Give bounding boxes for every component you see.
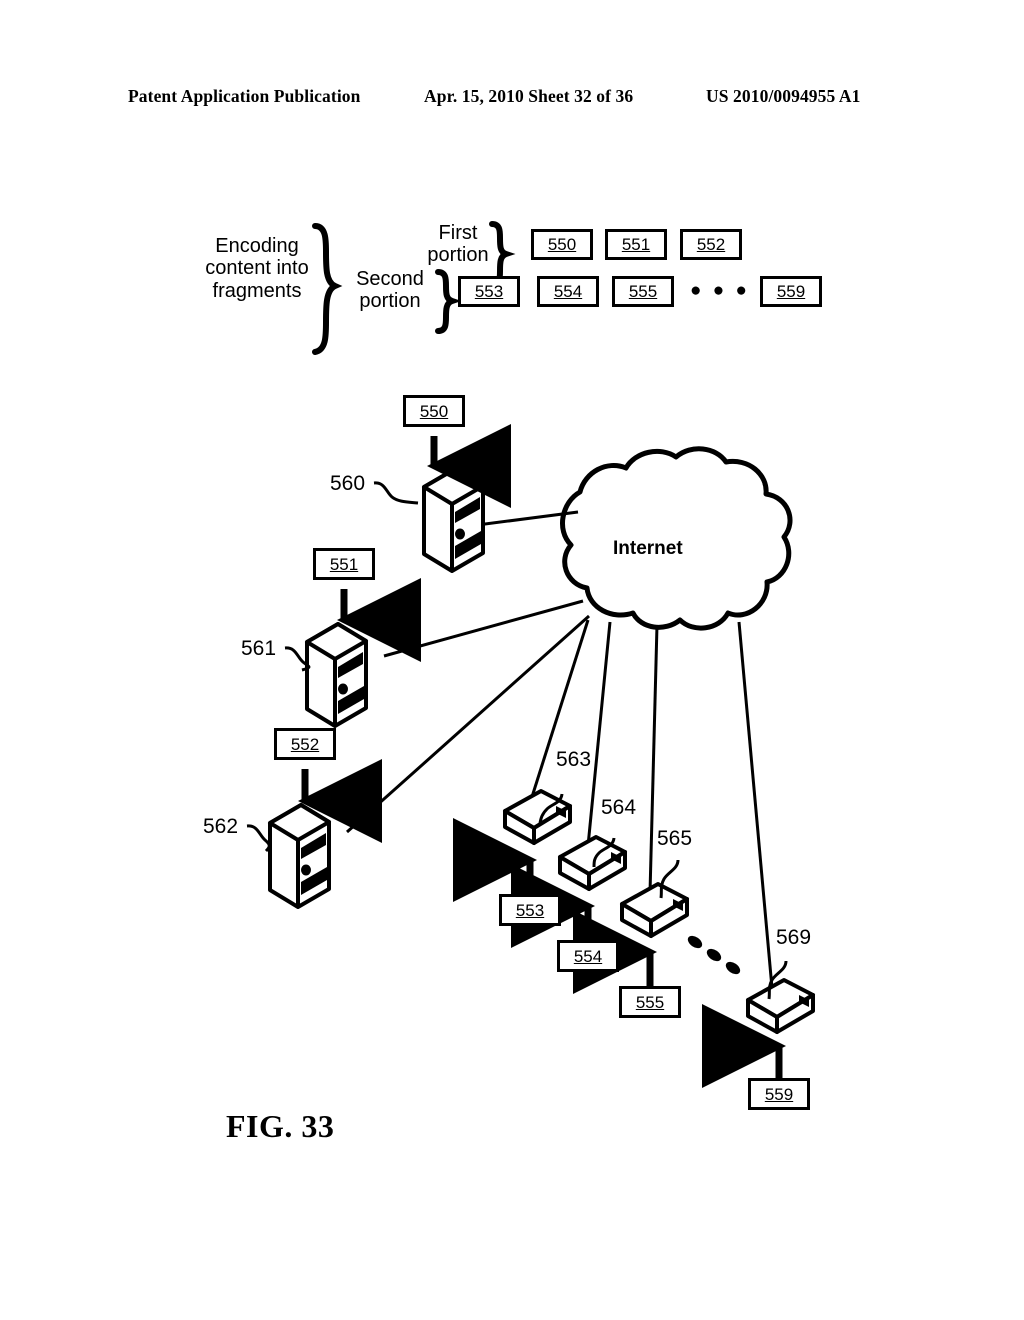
client-device-564 bbox=[558, 835, 627, 891]
fragment-box-label: 555 bbox=[628, 282, 658, 301]
client-device-569 bbox=[746, 978, 815, 1034]
fragment-box-label: 552 bbox=[696, 235, 726, 254]
fragment-box-552-first[interactable]: 552 bbox=[680, 229, 742, 260]
fragment-box-label: 559 bbox=[776, 282, 806, 301]
fragment-box-label: 559 bbox=[764, 1084, 794, 1104]
ref-numeral-561: 561 bbox=[241, 637, 277, 660]
fragment-box-551-first[interactable]: 551 bbox=[605, 229, 667, 260]
leader-562 bbox=[246, 824, 271, 853]
ref-numeral-563: 563 bbox=[556, 748, 592, 771]
fragment-box-label: 554 bbox=[553, 282, 583, 301]
first-portion-label: First portion bbox=[427, 222, 489, 267]
fragment-box-label: 551 bbox=[329, 554, 359, 574]
network-fragment-box-553[interactable]: 553 bbox=[499, 894, 561, 926]
network-fragment-box-555[interactable]: 555 bbox=[619, 986, 681, 1018]
fragment-box-555-second[interactable]: 555 bbox=[612, 276, 674, 307]
fragment-box-label: 550 bbox=[419, 401, 449, 421]
link-563-cloud bbox=[529, 619, 590, 801]
link-565-cloud bbox=[648, 624, 659, 894]
network-fragment-box-554[interactable]: 554 bbox=[557, 940, 619, 972]
fragment-box-label: 553 bbox=[474, 282, 504, 301]
fragment-box-label: 555 bbox=[635, 992, 665, 1012]
fragment-box-559-second[interactable]: 559 bbox=[760, 276, 822, 307]
client-device-565 bbox=[620, 882, 689, 938]
server-tower-561 bbox=[305, 622, 368, 728]
fragment-box-553-second[interactable]: 553 bbox=[458, 276, 520, 307]
fragment-box-554-second[interactable]: 554 bbox=[537, 276, 599, 307]
ref-numeral-564: 564 bbox=[601, 796, 637, 819]
encoding-ellipsis: ● ● ● bbox=[690, 280, 750, 301]
ref-numeral-562: 562 bbox=[203, 815, 239, 838]
internet-cloud-label: Internet bbox=[613, 538, 683, 559]
network-fragment-box-559[interactable]: 559 bbox=[748, 1078, 810, 1110]
figure-caption: FIG. 33 bbox=[226, 1108, 335, 1144]
network-fragment-box-551[interactable]: 551 bbox=[313, 548, 375, 580]
diagram-ellipsis-dots bbox=[687, 935, 741, 975]
figure-canvas bbox=[246, 221, 815, 1088]
ref-numeral-565: 565 bbox=[657, 827, 693, 850]
fragment-box-label: 551 bbox=[621, 235, 651, 254]
network-fragment-box-552[interactable]: 552 bbox=[274, 728, 336, 760]
ref-numeral-560: 560 bbox=[330, 472, 366, 495]
fragment-box-label: 550 bbox=[547, 235, 577, 254]
fragment-box-550-first[interactable]: 550 bbox=[531, 229, 593, 260]
server-tower-562 bbox=[268, 803, 331, 909]
brace-second-portion bbox=[435, 269, 462, 334]
encoding-content-label: Encoding content into fragments bbox=[205, 235, 309, 302]
fragment-box-label: 552 bbox=[290, 734, 320, 754]
link-569-cloud bbox=[737, 621, 774, 989]
fragment-box-label: 554 bbox=[573, 946, 603, 966]
second-portion-label: Second portion bbox=[356, 268, 424, 313]
network-fragment-box-550[interactable]: 550 bbox=[403, 395, 465, 427]
brace-encoding bbox=[312, 223, 343, 355]
server-tower-560 bbox=[422, 467, 485, 573]
leader-560 bbox=[373, 481, 419, 505]
ref-numeral-569: 569 bbox=[776, 926, 812, 949]
fragment-box-label: 553 bbox=[515, 900, 545, 920]
